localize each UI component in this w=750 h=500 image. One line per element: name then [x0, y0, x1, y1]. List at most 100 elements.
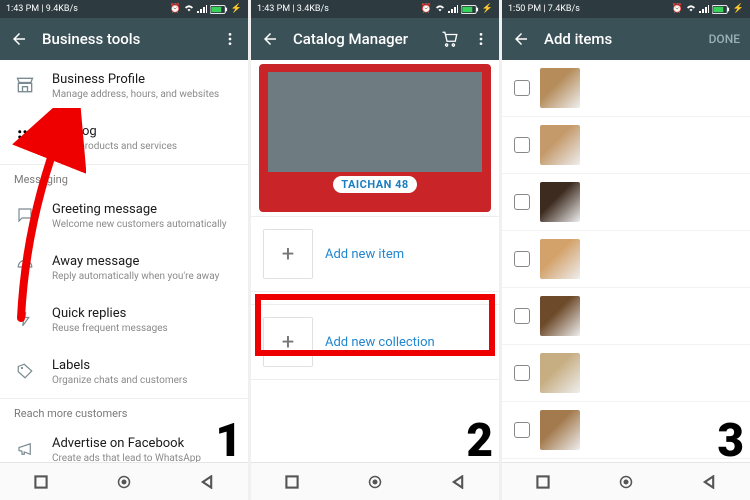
list-item[interactable]: [502, 174, 750, 231]
screen-business-tools: 1:43 PM | 9.4KB/s ⏰ ⚡ Business tools: [0, 0, 248, 500]
cart-icon[interactable]: [441, 30, 459, 48]
alarm-icon: ⏰: [672, 4, 683, 14]
recent-apps-icon[interactable]: [34, 475, 48, 489]
checkbox[interactable]: [514, 137, 530, 153]
item-thumbnail: [540, 68, 580, 108]
checkbox[interactable]: [514, 365, 530, 381]
status-bar: 1:50 PM | 7.4KB/s ⏰ ⚡: [502, 0, 750, 18]
list-item[interactable]: [502, 60, 750, 117]
megaphone-icon: [14, 438, 36, 460]
content: TAICHAN 48 + Add new item + Add new coll…: [251, 60, 499, 462]
list-item[interactable]: [502, 117, 750, 174]
list-item[interactable]: [502, 402, 750, 459]
home-icon[interactable]: [619, 475, 633, 489]
item-title: Catalog: [52, 124, 234, 139]
checkbox[interactable]: [514, 251, 530, 267]
wifi-icon: [686, 5, 696, 13]
checkbox[interactable]: [514, 422, 530, 438]
wifi-icon: [184, 5, 194, 13]
catalog-badge: TAICHAN 48: [333, 176, 416, 193]
more-icon[interactable]: [473, 31, 489, 47]
battery-icon: [210, 5, 228, 14]
item-subtitle: Manage address, hours, and websites: [52, 89, 234, 100]
alarm-icon: ⏰: [421, 4, 432, 14]
section-messaging: Messaging: [0, 164, 248, 190]
more-icon[interactable]: [222, 31, 238, 47]
back-nav-icon[interactable]: [702, 475, 716, 489]
item-thumbnail: [540, 239, 580, 279]
checkbox[interactable]: [514, 308, 530, 324]
app-bar: Business tools: [0, 18, 248, 60]
item-thumbnail: [540, 353, 580, 393]
chat-icon: [14, 204, 36, 226]
catalog-card[interactable]: TAICHAN 48: [259, 64, 491, 212]
app-bar: Catalog Manager: [251, 18, 499, 60]
tag-icon: [14, 360, 36, 382]
item-subtitle: Show products and services: [52, 141, 234, 152]
recent-apps-icon[interactable]: [536, 475, 550, 489]
list-item[interactable]: [502, 345, 750, 402]
item-advertise-fb[interactable]: Advertise on Facebook Create ads that le…: [0, 424, 248, 462]
charging-icon: ⚡: [231, 4, 242, 14]
battery-icon: [461, 5, 479, 14]
home-icon[interactable]: [368, 475, 382, 489]
add-new-item[interactable]: + Add new item: [251, 216, 499, 292]
content: Business Profile Manage address, hours, …: [0, 60, 248, 462]
system-nav: [502, 462, 750, 500]
system-nav: [251, 462, 499, 500]
charging-icon: ⚡: [733, 4, 744, 14]
charging-icon: ⚡: [482, 4, 493, 14]
item-quick-replies[interactable]: Quick replies Reuse frequent messages: [0, 294, 248, 346]
screen-catalog-manager: 1:43 PM | 3.4KB/s ⏰ ⚡ Catalog Manager TA…: [251, 0, 499, 500]
back-nav-icon[interactable]: [451, 475, 465, 489]
checkbox[interactable]: [514, 80, 530, 96]
step-number: 2: [466, 418, 493, 464]
item-subtitle: Create ads that lead to WhatsApp: [52, 453, 234, 462]
step-number: 3: [717, 418, 744, 464]
store-icon: [14, 74, 36, 96]
item-title: Business Profile: [52, 72, 234, 87]
recent-apps-icon[interactable]: [285, 475, 299, 489]
status-bar: 1:43 PM | 9.4KB/s ⏰ ⚡: [0, 0, 248, 18]
item-thumbnail: [540, 182, 580, 222]
item-greeting[interactable]: Greeting message Welcome new customers a…: [0, 190, 248, 242]
page-title: Business tools: [42, 30, 208, 48]
page-title: Catalog Manager: [293, 30, 427, 48]
status-right: ⏰ ⚡: [170, 4, 242, 14]
item-catalog[interactable]: Catalog Show products and services: [0, 112, 248, 164]
bolt-icon: [14, 308, 36, 330]
item-away[interactable]: Away message Reply automatically when yo…: [0, 242, 248, 294]
checkbox[interactable]: [514, 194, 530, 210]
list-item[interactable]: [502, 288, 750, 345]
page-title: Add items: [544, 30, 695, 48]
done-button[interactable]: DONE: [709, 32, 740, 46]
back-icon[interactable]: [261, 30, 279, 48]
signal-icon: [448, 5, 458, 13]
app-bar: Add items DONE: [502, 18, 750, 60]
list-item[interactable]: [502, 231, 750, 288]
signal-icon: [197, 5, 207, 13]
alarm-icon: ⏰: [170, 4, 181, 14]
grid-icon: [14, 126, 36, 148]
item-title: Advertise on Facebook: [52, 436, 234, 451]
add-new-collection[interactable]: + Add new collection: [251, 304, 499, 380]
status-left: 1:43 PM | 9.4KB/s: [6, 4, 78, 14]
back-nav-icon[interactable]: [200, 475, 214, 489]
home-icon[interactable]: [117, 475, 131, 489]
item-title: Greeting message: [52, 202, 234, 217]
item-labels[interactable]: Labels Organize chats and customers: [0, 346, 248, 398]
item-business-profile[interactable]: Business Profile Manage address, hours, …: [0, 60, 248, 112]
battery-icon: [712, 5, 730, 14]
item-subtitle: Reply automatically when you're away: [52, 271, 234, 282]
item-title: Labels: [52, 358, 234, 373]
signal-icon: [699, 5, 709, 13]
item-title: Quick replies: [52, 306, 234, 321]
back-icon[interactable]: [512, 30, 530, 48]
step-number: 1: [215, 418, 242, 464]
wifi-icon: [435, 5, 445, 13]
item-subtitle: Reuse frequent messages: [52, 323, 234, 334]
item-thumbnail: [540, 296, 580, 336]
back-icon[interactable]: [10, 30, 28, 48]
status-right: ⏰ ⚡: [421, 4, 493, 14]
system-nav: [0, 462, 248, 500]
